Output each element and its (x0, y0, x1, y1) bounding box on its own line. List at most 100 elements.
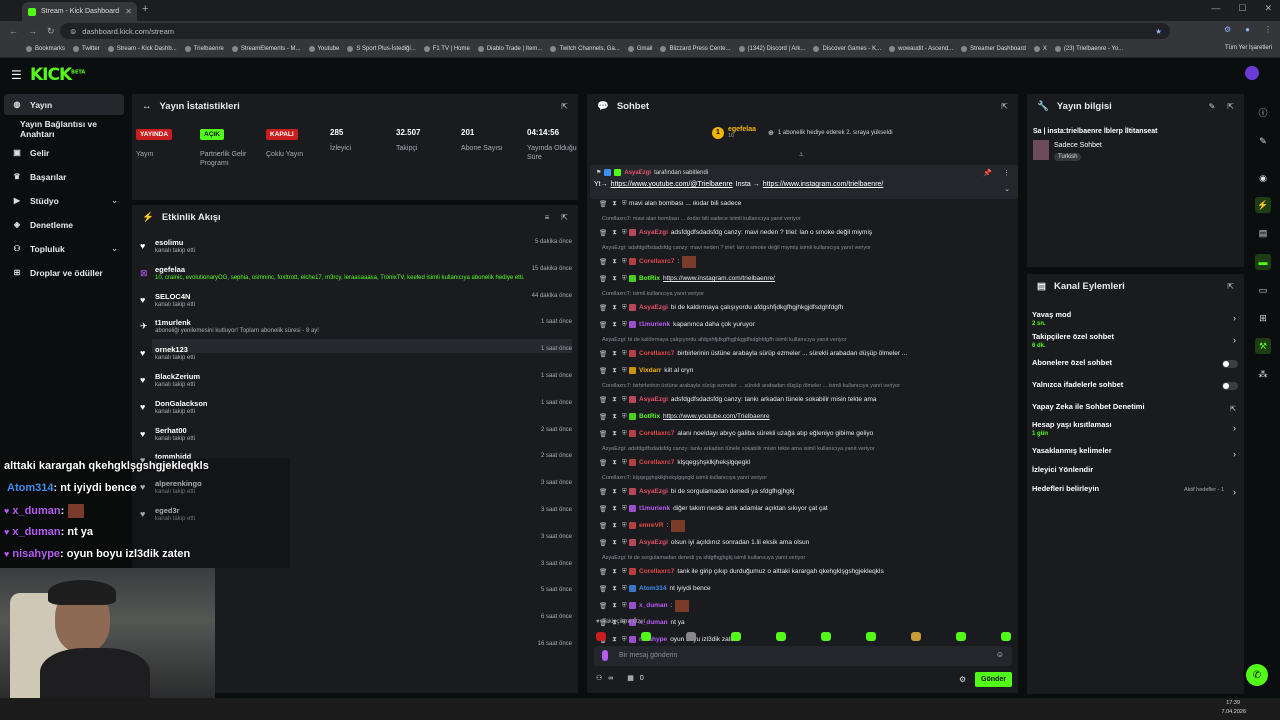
edit-icon[interactable]: ✎ (1255, 133, 1271, 149)
mic-icon[interactable] (602, 650, 608, 661)
chat-username[interactable]: Corellaxrc7 (639, 350, 674, 357)
bookmark-item[interactable]: Trielbaenre (184, 46, 224, 52)
channel-action-row[interactable]: Hedefleri belirleyin › Aktif hedefler - 1 (1032, 484, 1240, 504)
pinned-link-instagram[interactable]: https://www.instagram.com/trielbaenre/ (763, 181, 884, 188)
document-icon[interactable]: ▤ (1255, 225, 1271, 241)
delete-icon[interactable]: 🗑 (599, 275, 607, 283)
toggle-switch[interactable] (1222, 382, 1238, 390)
activity-user[interactable]: BlackZerium (155, 372, 200, 381)
expand-icon[interactable]: ⌄ (1004, 185, 1010, 193)
ban-icon[interactable]: ⛨ (622, 568, 627, 576)
bookmark-item[interactable]: Blizzard Press Cente... (660, 46, 731, 52)
channel-action-row[interactable]: Yalnızca ifadelerle sohbet (1032, 380, 1240, 400)
channel-action-row[interactable]: İzleyici Yönlendir (1032, 465, 1240, 485)
popout-icon[interactable]: ⇱ (1227, 102, 1234, 111)
chat-text[interactable]: https://www.youtube.com/Trielbaenre (663, 413, 770, 420)
sidebar-item-0[interactable]: ◍ Yayın (4, 94, 124, 115)
ban-icon[interactable]: ⛨ (622, 413, 627, 421)
delete-icon[interactable]: 🗑 (599, 258, 607, 266)
chat-username[interactable]: AsyaEzgi (639, 539, 668, 546)
chat-username[interactable]: BotRix (639, 413, 660, 420)
ban-icon[interactable]: ⛨ (622, 396, 627, 404)
kick-logo[interactable]: KICKBETA (30, 65, 85, 85)
ban-icon[interactable]: ⛨ (622, 258, 627, 266)
timeout-icon[interactable]: ⧗ (612, 522, 617, 530)
popout-icon[interactable]: ⇱ (1001, 102, 1008, 111)
chat-username[interactable]: BotRix (639, 275, 660, 282)
bookmark-item[interactable]: Youtube (308, 46, 339, 52)
popout-icon[interactable]: ⇱ (561, 213, 568, 222)
chat-username[interactable]: AsyaEzgi (639, 229, 668, 236)
timeout-icon[interactable]: ⧗ (612, 275, 617, 283)
emote-shortcut-icon[interactable] (911, 632, 921, 641)
apps-icon[interactable]: ⁂ (1255, 366, 1271, 382)
help-button[interactable]: ✆ (1246, 664, 1268, 686)
ban-icon[interactable]: ⛨ (622, 304, 627, 312)
ban-icon[interactable]: ⛨ (622, 505, 627, 513)
activity-user[interactable]: Serhat00 (155, 426, 187, 435)
chat-username[interactable]: t1murlenk (639, 321, 670, 328)
url-field[interactable]: ⊜ dashboard.kick.com/stream ★ (60, 23, 1170, 39)
users-icon[interactable]: ⚇ (596, 674, 602, 682)
ban-icon[interactable]: ⛨ (622, 636, 627, 644)
avatar[interactable] (1245, 66, 1259, 80)
infinity-icon[interactable]: ∞ (608, 675, 613, 682)
bookmark-item[interactable]: Discover Games - K... (813, 46, 881, 52)
browser-tab[interactable]: Stream - Kick Dashboard ✕ (22, 2, 137, 21)
chat-username[interactable]: emreVR (639, 522, 664, 529)
send-button[interactable]: Gönder (975, 672, 1012, 687)
toggle-switch[interactable] (1222, 360, 1238, 368)
more-icon[interactable]: ⋮ (1003, 169, 1010, 177)
timeout-icon[interactable]: ⧗ (612, 459, 617, 467)
timeout-icon[interactable]: ⧗ (612, 568, 617, 576)
chat-username[interactable]: AsyaEzgi (639, 304, 668, 311)
bookmark-star-icon[interactable]: ★ (1155, 27, 1162, 36)
activity-user[interactable]: DonGalackson (155, 399, 208, 408)
bookmark-item[interactable]: Bookmarks (26, 46, 65, 52)
ban-icon[interactable]: ⛨ (622, 200, 627, 208)
timeout-icon[interactable]: ⧗ (612, 367, 617, 375)
chat-username[interactable]: Corellaxrc7 (639, 568, 674, 575)
delete-icon[interactable]: 🗑 (599, 568, 607, 576)
timeout-icon[interactable]: ⧗ (612, 258, 617, 266)
chat-username[interactable]: Atom314 (639, 585, 666, 592)
activity-user[interactable]: esolimu (155, 238, 183, 247)
timeout-icon[interactable]: ⧗ (612, 396, 617, 404)
maximize-icon[interactable]: ☐ (1238, 3, 1246, 14)
sidebar-item-7[interactable]: ⊞ Droplar ve ödüller (4, 262, 124, 283)
emote-shortcut-icon[interactable] (731, 632, 741, 641)
sidebar-item-4[interactable]: ▶ Stüdyo ⌄ (4, 190, 124, 211)
timeout-icon[interactable]: ⧗ (612, 430, 617, 438)
all-bookmarks[interactable]: Tüm Yer İşaretleri (1225, 45, 1272, 51)
bookmark-item[interactable]: F1 TV | Home (423, 46, 470, 52)
ban-icon[interactable]: ⛨ (622, 367, 627, 375)
pinned-link-youtube[interactable]: https://www.youtube.com/@Trielbaenre (611, 181, 733, 188)
delete-icon[interactable]: 🗑 (599, 488, 607, 496)
extension-icon[interactable]: ⚙ (1224, 25, 1231, 34)
chat-username[interactable]: Vixdarr (639, 367, 661, 374)
ban-icon[interactable]: ⛨ (622, 350, 627, 358)
ban-icon[interactable]: ⛨ (622, 539, 627, 547)
delete-icon[interactable]: 🗑 (599, 522, 607, 530)
timeout-icon[interactable]: ⧗ (612, 636, 617, 644)
site-info-icon[interactable]: ⊜ (70, 27, 76, 36)
sidebar-item-3[interactable]: ♛ Başarılar (4, 166, 124, 187)
delete-icon[interactable]: 🗑 (599, 350, 607, 358)
settings-gear-icon[interactable]: ⚙ (959, 675, 966, 684)
channel-action-row[interactable]: Yasaklanmış kelimeler › (1032, 446, 1240, 466)
timeout-icon[interactable]: ⧗ (612, 585, 617, 593)
sidebar-item-6[interactable]: ⚇ Topluluk ⌄ (4, 238, 124, 259)
sidebar-item-5[interactable]: ◈ Denetleme (4, 214, 124, 235)
channel-action-row[interactable]: Yavaş mod 2 sn. › (1032, 310, 1240, 330)
category-name[interactable]: Sadece Sohbet (1054, 142, 1102, 149)
bookmark-item[interactable]: (1342) Discord | Ark... (738, 46, 805, 52)
channel-action-row[interactable]: Takipçilere özel sohbet 6 dk. › (1032, 332, 1240, 352)
delete-icon[interactable]: 🗑 (599, 413, 607, 421)
chat-username[interactable]: Corellaxrc7 (639, 459, 674, 466)
tool-icon[interactable]: ⚒ (1255, 338, 1271, 354)
sidebar-item-2[interactable]: ▣ Gelir (4, 142, 124, 163)
emoji-icon[interactable]: ☺ (996, 650, 1004, 659)
robot-icon[interactable]: ⊞ (1255, 310, 1271, 326)
sidebar-item-1[interactable]: Yayın Bağlantısı ve Anahtarı (4, 118, 124, 139)
chat-username[interactable]: AsyaEzgi (639, 396, 668, 403)
